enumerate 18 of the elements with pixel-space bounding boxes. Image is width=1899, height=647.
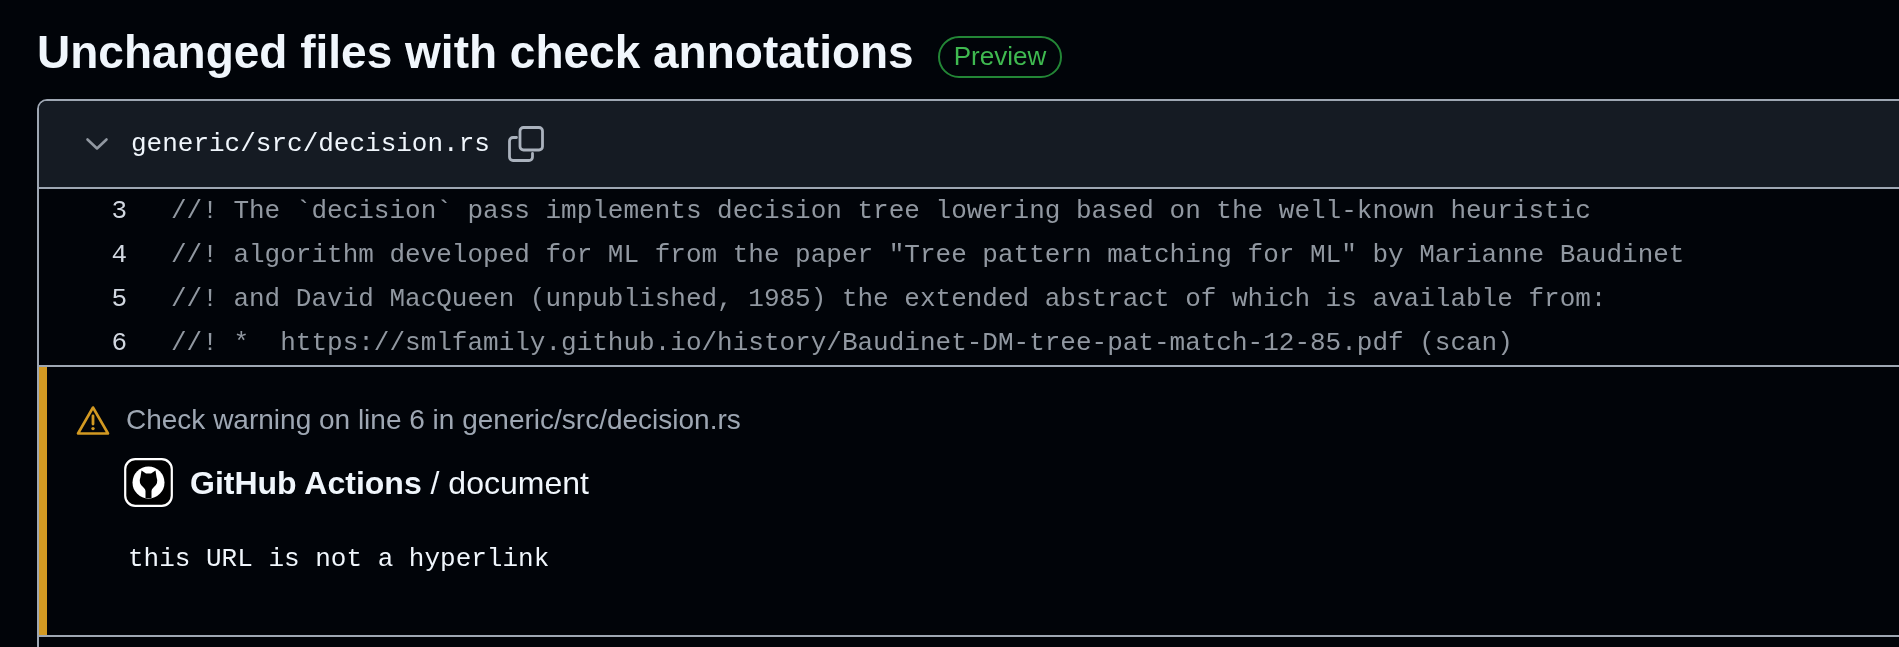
annotation-title: Check warning on line 6 in generic/src/decision.rs <box>126 403 741 437</box>
annotation-source: GitHub Actions / document <box>190 463 589 503</box>
file-path: generic/src/decision.rs <box>131 127 490 161</box>
code-line: //! * https://smlfamily.github.io/history/Baudinet-DM-tree-pat-match-12-85.pdf (scan) <box>171 326 1513 360</box>
line-number: 6 <box>110 326 127 360</box>
copy-icon[interactable] <box>507 126 544 162</box>
annotation-message: this URL is not a hyperlink <box>128 543 551 576</box>
warning-icon <box>76 404 110 436</box>
avatar-icon <box>124 458 173 507</box>
code-line: //! and David MacQueen (unpublished, 1985) the extended abstract of which is available from: <box>171 282 1607 316</box>
code-line: //! The `decision` pass implements decision tree lowering based on the well-known heuristic <box>171 194 1591 228</box>
line-number: 4 <box>110 238 127 272</box>
chevron-down-icon[interactable] <box>85 137 109 151</box>
code-line: //! algorithm developed for ML from the paper "Tree pattern matching for ML" by Marianne Baudinet <box>171 238 1685 272</box>
line-number: 3 <box>110 194 127 228</box>
section-title: Unchanged files with check annotations <box>37 25 914 80</box>
preview-label: Preview <box>937 35 1063 78</box>
line-number: 5 <box>110 282 127 316</box>
